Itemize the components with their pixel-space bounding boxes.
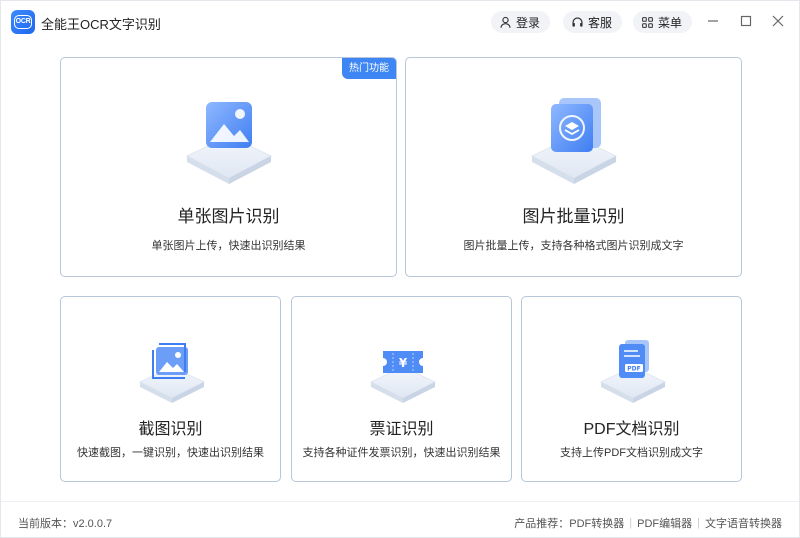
screenshot-crop-icon: [138, 343, 206, 403]
headset-icon: [572, 16, 583, 27]
card-screenshot-desc: 快速截图，一键识别，快速出识别结果: [77, 447, 264, 459]
close-button[interactable]: [770, 13, 786, 29]
login-button[interactable]: 登录: [491, 11, 551, 33]
minimize-icon: [708, 20, 718, 22]
card-ticket[interactable]: ¥ 票证识别 支持各种证件发票识别，快速出识别结果: [291, 296, 512, 482]
divider: |: [629, 517, 633, 529]
card-screenshot[interactable]: 截图识别 快速截图，一键识别，快速出识别结果: [60, 296, 281, 482]
app-title: 全能王OCR文字识别: [41, 17, 161, 32]
divider: |: [697, 517, 700, 529]
grid-menu-icon: [642, 16, 653, 28]
card-pdf-title: PDF文档识别: [583, 421, 680, 438]
product-link-pdf-converter[interactable]: PDF转换器: [569, 515, 624, 531]
menu-label: 菜单: [658, 15, 683, 30]
menu-button[interactable]: 菜单: [633, 11, 693, 33]
minimize-button[interactable]: [705, 13, 721, 29]
ticket-icon: ¥: [369, 351, 437, 403]
product-link-pdf-editor[interactable]: PDF编辑器: [637, 515, 692, 531]
service-button[interactable]: 客服: [563, 11, 623, 33]
card-single-image[interactable]: 热门功能 单张图片识别 单张图片上传，快速出识别结果: [60, 57, 397, 277]
card-pdf[interactable]: PDF PDF文档识别 支持上传PDF文档识别成文字: [521, 296, 742, 482]
product-recommendations: 产品推荐： PDF转换器 | PDF编辑器 | 文字语音转换器: [514, 515, 782, 531]
app-window: OCR 全能王OCR文字识别 登录 客服 菜单 热门功能 单张图片识别 单张图片…: [0, 0, 800, 538]
app-logo: OCR: [11, 10, 35, 34]
hot-feature-badge: 热门功能: [342, 58, 396, 79]
card-pdf-desc: 支持上传PDF文档识别成文字: [560, 447, 703, 459]
card-single-desc: 单张图片上传，快速出识别结果: [151, 240, 306, 252]
user-icon: [500, 16, 511, 28]
pdf-document-icon: PDF: [599, 340, 667, 403]
card-screenshot-title: 截图识别: [138, 421, 203, 438]
maximize-button[interactable]: [738, 13, 754, 29]
service-label: 客服: [588, 15, 613, 30]
batch-images-icon: [530, 98, 618, 184]
status-footer: 当前版本：v2.0.0.7 产品推荐： PDF转换器 | PDF编辑器 | 文字…: [1, 501, 799, 538]
card-ticket-title: 票证识别: [369, 421, 434, 438]
svg-text:¥: ¥: [399, 356, 408, 370]
login-label: 登录: [516, 15, 541, 30]
close-icon: [772, 15, 784, 27]
card-single-title: 单张图片识别: [177, 207, 280, 226]
card-batch-images[interactable]: 图片批量识别 图片批量上传，支持各种格式图片识别成文字: [405, 57, 742, 277]
maximize-icon: [740, 15, 752, 27]
svg-text:PDF: PDF: [627, 366, 640, 373]
title-bar: OCR 全能王OCR文字识别 登录 客服 菜单: [1, 1, 799, 43]
version-text: 当前版本：v2.0.0.7: [18, 518, 113, 530]
image-icon: [185, 102, 273, 184]
card-batch-desc: 图片批量上传，支持各种格式图片识别成文字: [463, 240, 684, 252]
card-batch-title: 图片批量识别: [522, 207, 625, 226]
products-label: 产品推荐：: [514, 518, 570, 530]
card-ticket-desc: 支持各种证件发票识别，快速出识别结果: [302, 447, 501, 459]
product-link-text-speech[interactable]: 文字语音转换器: [705, 515, 782, 531]
